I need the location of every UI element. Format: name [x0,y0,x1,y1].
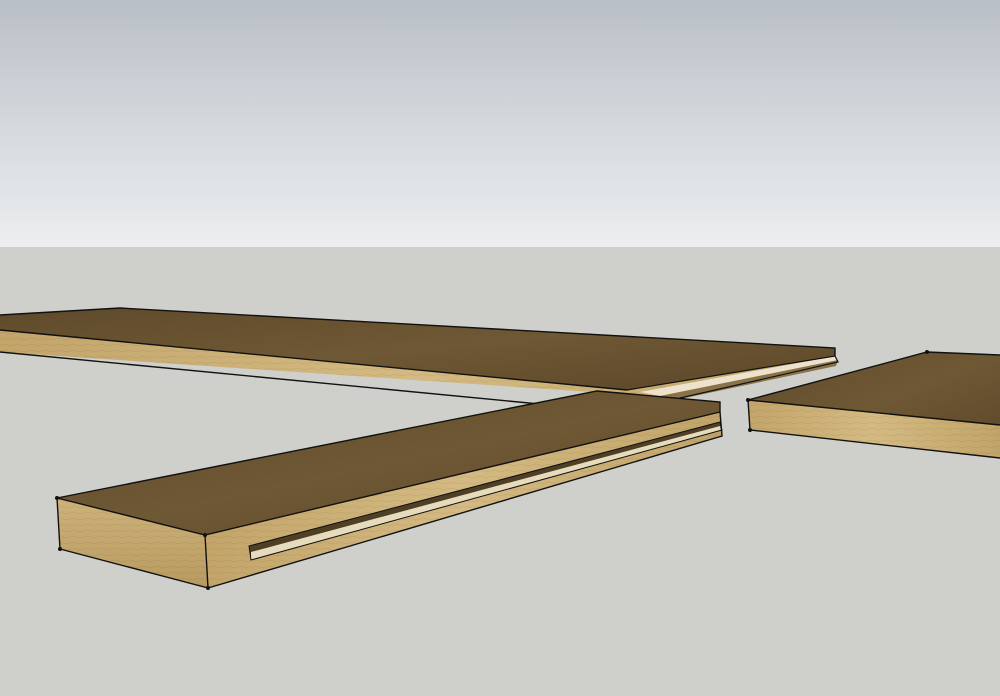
front-board-vertex [206,586,210,590]
right-board-vertex [746,398,750,402]
model-scene[interactable] [0,0,1000,696]
front-board-vertex [203,533,207,537]
3d-viewport[interactable] [0,0,1000,696]
right-board-vertex [748,428,752,432]
right-board-vertex [925,350,929,354]
front-board-vertex [58,547,62,551]
front-board-vertex [55,496,59,500]
